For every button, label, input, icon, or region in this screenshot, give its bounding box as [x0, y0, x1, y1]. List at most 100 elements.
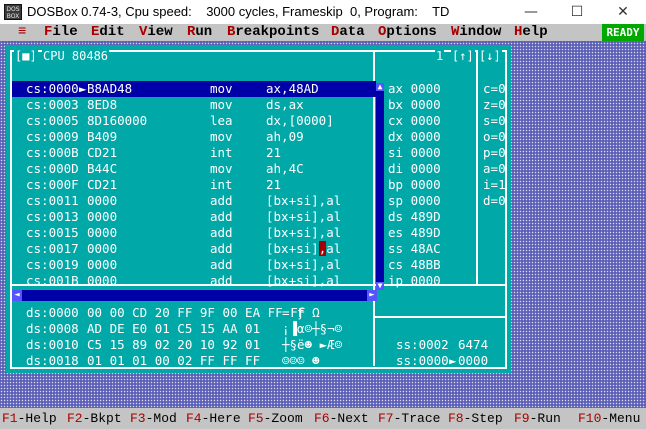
close-button[interactable]: ✕: [600, 0, 646, 24]
register-row[interactable]: sp 0000: [388, 193, 441, 209]
scroll-down-icon[interactable]: ▼: [376, 282, 384, 290]
scroll-right-icon[interactable]: ►: [367, 290, 377, 301]
code-horizontal-scrollbar[interactable]: ◄ ►: [12, 290, 377, 301]
menu-label: ile: [52, 24, 78, 40]
maximize-button[interactable]: ☐: [554, 0, 600, 24]
function-key-label: -Step: [463, 411, 503, 426]
stack-address: ss:0002: [396, 337, 449, 352]
menu-label: dit: [99, 24, 125, 40]
window-close-box[interactable]: [■]: [14, 50, 38, 63]
code-row[interactable]: cs:001B 0000 add [bx+si],al: [12, 273, 376, 289]
function-key-label: -Mod: [145, 411, 177, 426]
dump-row[interactable]: ds:0018 01 01 01 00 02 FF FF FF ☺☺☺ ☻: [12, 353, 372, 369]
function-key-name: F9: [514, 411, 530, 426]
menu-item[interactable]: Breakpoints: [227, 24, 319, 41]
register-name: ds: [388, 209, 404, 224]
menu-item[interactable]: Options: [378, 24, 437, 41]
menu-item[interactable]: File: [44, 24, 78, 41]
menu-item[interactable]: Window: [451, 24, 501, 41]
stack-marker: ►: [449, 353, 457, 368]
dosbox-app-icon[interactable]: DOS BOX: [4, 4, 22, 20]
code-row[interactable]: cs:0015 0000 add [bx+si],al: [12, 225, 376, 241]
function-key-f10[interactable]: F10-Menu: [578, 408, 640, 429]
register-row[interactable]: cs 48BB: [388, 257, 441, 273]
flag-row[interactable]: o=0: [483, 129, 506, 145]
flag-row[interactable]: a=0: [483, 161, 506, 177]
scroll-up-icon[interactable]: ▲: [376, 83, 384, 91]
stack-row[interactable]: ss:0000 ► 0000: [388, 353, 508, 369]
menu-item[interactable]: View: [139, 24, 173, 41]
dump-row[interactable]: ds:0000 00 00 CD 20 FF 9F 00 EA FF FF = ƒ …: [12, 305, 372, 321]
register-row[interactable]: bp 0000: [388, 177, 441, 193]
code-row[interactable]: cs:0000 ► B8AD48 mov ax,48AD: [12, 81, 376, 97]
code-operands: ds,ax: [266, 97, 304, 112]
register-row[interactable]: bx 0000: [388, 97, 441, 113]
code-row[interactable]: cs:0005 8D160000 lea dx,[0000]: [12, 113, 376, 129]
code-row[interactable]: cs:000D B44C mov ah,4C: [12, 161, 376, 177]
register-row[interactable]: cx 0000: [388, 113, 441, 129]
function-key-f1[interactable]: F1-Help: [2, 408, 57, 429]
register-row[interactable]: ss 48AC: [388, 241, 441, 257]
cpu-window: [■] CPU 80486 1 [↑] [↓] cs:0000 ► B8AD48 mo…: [6, 45, 511, 373]
code-row[interactable]: cs:0013 0000 add [bx+si],al: [12, 209, 376, 225]
function-key-label: -Next: [329, 411, 369, 426]
dump-address: ds:0010: [26, 337, 79, 352]
function-key-name: F4: [186, 411, 202, 426]
dump-bytes: 01 01 01 00 02 FF FF FF: [87, 353, 261, 368]
dump-row[interactable]: ds:0008 AD DE E0 01 C5 15 AA 01 ¡▐α☺┼§¬☺: [12, 321, 372, 337]
code-row[interactable]: cs:0003 8ED8 mov ds,ax: [12, 97, 376, 113]
flag-row[interactable]: p=0: [483, 145, 506, 161]
function-key-name: F2: [67, 411, 83, 426]
minimize-button[interactable]: —: [508, 0, 554, 24]
register-row[interactable]: es 489D: [388, 225, 441, 241]
flag-row[interactable]: s=0: [483, 113, 506, 129]
flag-row[interactable]: z=0: [483, 97, 506, 113]
code-row[interactable]: cs:000B CD21 int 21: [12, 145, 376, 161]
function-key-f4[interactable]: F4-Here: [186, 408, 241, 429]
code-row[interactable]: cs:0009 B409 mov ah,09: [12, 129, 376, 145]
code-row[interactable]: cs:0017 0000 add [bx+si],al: [12, 241, 376, 257]
zoom-down-icon[interactable]: [↓]: [478, 50, 502, 63]
code-bytes: 8D160000: [87, 113, 148, 128]
register-value: 0000: [410, 113, 441, 128]
function-key-f3[interactable]: F3-Mod: [130, 408, 177, 429]
flag-row[interactable]: d=0: [483, 193, 506, 209]
register-value: 489D: [410, 209, 441, 224]
register-row[interactable]: dx 0000: [388, 129, 441, 145]
code-row[interactable]: cs:0011 0000 add [bx+si],al: [12, 193, 376, 209]
register-row[interactable]: di 0000: [388, 161, 441, 177]
register-row[interactable]: ax 0000: [388, 81, 441, 97]
code-operands: 21: [266, 145, 282, 160]
ip-marker: [79, 113, 87, 129]
system-menu-icon[interactable]: ≡: [18, 24, 26, 41]
operand-text: al: [326, 241, 342, 256]
function-key-f8[interactable]: F8-Step: [448, 408, 503, 429]
ip-marker: [79, 273, 87, 289]
code-row[interactable]: cs:0019 0000 add [bx+si],al: [12, 257, 376, 273]
code-address: cs:000B: [26, 145, 79, 160]
code-vertical-scrollbar[interactable]: ▲ ▼: [376, 83, 384, 290]
flag-row[interactable]: c=0: [483, 81, 506, 97]
stack-row[interactable]: ss:0002 6474: [388, 337, 508, 353]
code-mnemonic: add: [210, 273, 233, 288]
menu-item[interactable]: Edit: [91, 24, 125, 41]
register-row[interactable]: si 0000: [388, 145, 441, 161]
dump-row[interactable]: ds:0010 C5 15 89 02 20 10 92 01 ┼§ë☻ ►Æ☺: [12, 337, 372, 353]
function-key-f2[interactable]: F2-Bkpt: [67, 408, 122, 429]
flag-row[interactable]: i=1: [483, 177, 506, 193]
menu-label: ptions: [386, 24, 437, 40]
zoom-up-icon[interactable]: [↑]: [451, 50, 475, 63]
function-key-f6[interactable]: F6-Next: [314, 408, 369, 429]
code-operands: ax,48AD: [266, 81, 319, 96]
menu-item[interactable]: Help: [514, 24, 548, 41]
function-key-f9[interactable]: F9-Run: [514, 408, 561, 429]
code-row[interactable]: cs:000F CD21 int 21: [12, 177, 376, 193]
scroll-left-icon[interactable]: ◄: [12, 290, 22, 301]
menu-item[interactable]: Data: [331, 24, 365, 41]
function-key-f5[interactable]: F5-Zoom: [248, 408, 303, 429]
menu-item[interactable]: Run: [187, 24, 212, 41]
function-key-name: F3: [130, 411, 146, 426]
function-key-f7[interactable]: F7-Trace: [378, 408, 440, 429]
register-row[interactable]: ip 0000: [388, 273, 441, 289]
register-row[interactable]: ds 489D: [388, 209, 441, 225]
